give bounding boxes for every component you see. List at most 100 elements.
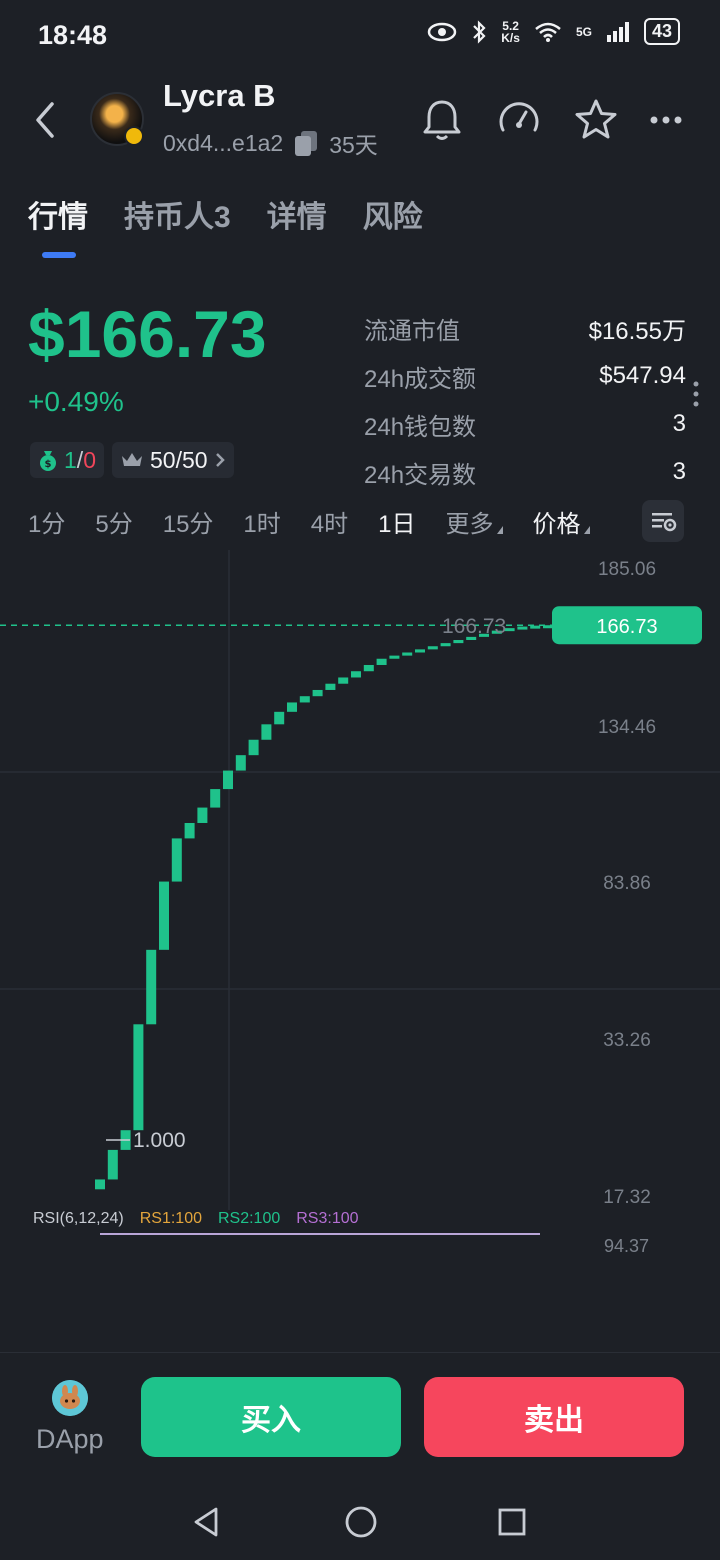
stat-row: 流通市值 $16.55万 (364, 304, 686, 352)
candle (133, 1024, 144, 1131)
bell-icon[interactable] (418, 96, 466, 144)
tab-market[interactable]: 行情 (28, 192, 88, 236)
status-icons: 5.2 K/s 5G 43 (427, 18, 680, 45)
candle (415, 649, 425, 653)
back-button[interactable] (26, 96, 66, 144)
buy-sell-chip[interactable]: $ 1/0 (30, 442, 104, 478)
timeframe-4h[interactable]: 4时 (311, 504, 348, 539)
net-speed: 5.2 K/s (501, 20, 520, 44)
timeframe-1m[interactable]: 1分 (28, 504, 65, 539)
y-axis-tick: 83.86 (603, 873, 651, 894)
candle (210, 789, 221, 808)
buy-button[interactable]: 买入 (141, 1377, 401, 1457)
y-axis-tick: 17.32 (603, 1187, 651, 1208)
candle (351, 671, 361, 678)
tab-bar: 行情 持币人3 详情 风险 (28, 192, 423, 236)
crown-icon (121, 453, 142, 466)
candle (274, 711, 285, 725)
rsi-legend: RSI(6,12,24) RS1:100 RS2:100 RS3:100 (33, 1210, 359, 1228)
timeframe-1d[interactable]: 1日 (378, 504, 415, 539)
net-speed-value: 5.2 (502, 18, 519, 33)
eye-icon (428, 22, 457, 41)
nav-recents-icon[interactable] (497, 1507, 527, 1537)
nav-back-icon[interactable] (190, 1505, 224, 1539)
y-axis-tick: 134.46 (598, 717, 656, 738)
token-age: 35天 (329, 132, 378, 158)
nav-home-icon[interactable] (344, 1505, 378, 1539)
candle (171, 838, 182, 882)
y-axis-tick: 185.06 (598, 559, 656, 580)
candle (107, 1149, 118, 1180)
chevron-right-icon (215, 453, 225, 467)
candle (440, 643, 451, 647)
rsi-label: RSI(6,12,24) (33, 1210, 124, 1227)
candle (197, 807, 208, 823)
candle (402, 652, 413, 656)
star-icon[interactable] (572, 96, 620, 144)
svg-text:$: $ (45, 459, 52, 470)
more-icon[interactable] (644, 96, 692, 144)
stat-label: 流通市值 (364, 317, 460, 345)
buy-count: 1 (64, 446, 77, 473)
stat-row: 24h交易数 3 (364, 448, 686, 496)
rsi-rs3: RS3:100 (296, 1210, 359, 1227)
signal-icon (606, 21, 629, 42)
dapp-icon[interactable] (52, 1380, 88, 1416)
status-time: 18:48 (38, 20, 108, 50)
candle (223, 770, 233, 790)
chart-settings-button[interactable] (642, 500, 684, 542)
info-chips: $ 1/0 50/50 (30, 442, 234, 478)
more-timeframes[interactable]: 更多 (446, 504, 503, 539)
min-price-label: 1.000 (133, 1129, 186, 1152)
bluetooth-icon (473, 19, 486, 44)
top-holders-chip[interactable]: 50/50 (111, 442, 234, 478)
timeframe-5m[interactable]: 5分 (95, 504, 132, 539)
top-holders-value: 50/50 (149, 446, 208, 473)
current-price: $166.73 (28, 297, 267, 371)
sell-button[interactable]: 卖出 (424, 1377, 684, 1457)
candle (325, 683, 336, 690)
rsi-line (100, 1233, 540, 1235)
stats-panel: 流通市值 $16.55万 24h成交额 $547.94 24h钱包数 3 24h交易数… (364, 304, 686, 496)
candle (530, 625, 541, 629)
money-bag-icon: $ (40, 451, 56, 471)
candle (389, 655, 400, 659)
candle (543, 625, 553, 629)
tab-details[interactable]: 详情 (267, 192, 327, 236)
tab-risk[interactable]: 风险 (363, 192, 423, 236)
tab-holders[interactable]: 持币人3 (124, 192, 231, 236)
network-type: 5G (575, 24, 592, 39)
tab-active-indicator (42, 252, 76, 258)
candle (184, 822, 195, 839)
price-mode-select[interactable]: 价格 (533, 504, 590, 539)
dapp-label[interactable]: DApp (36, 1424, 104, 1455)
speed-gauge-icon[interactable] (495, 96, 543, 144)
address-line: 0xd4...e1a2 35天 (163, 126, 378, 160)
current-price-badge-label: 166.73 (596, 616, 657, 638)
copy-icon[interactable] (293, 129, 319, 157)
y-axis-tick: 33.26 (603, 1030, 651, 1051)
price-chart[interactable]: 1.000 166.73 166.73 185.06 134.46 83.86 33.26 1… (0, 550, 720, 1210)
rsi-rs1: RS1:100 (139, 1210, 202, 1227)
candle (427, 646, 438, 650)
stats-more-icon[interactable] (692, 380, 700, 408)
stat-value: $547.94 (599, 362, 686, 389)
stat-value: $16.55万 (588, 317, 686, 345)
stat-label: 24h交易数 (364, 461, 477, 489)
candle (299, 696, 310, 703)
sell-count: 0 (83, 446, 96, 473)
stat-label: 24h钱包数 (364, 413, 477, 441)
rsi-axis-value: 94.37 (604, 1236, 650, 1256)
price-change: +0.49% (28, 386, 124, 417)
timeframe-1h[interactable]: 1时 (243, 504, 280, 539)
net-speed-unit: K/s (501, 30, 520, 45)
timeframe-bar: 1分 5分 15分 1时 4时 1日 更多 价格 (28, 504, 590, 539)
dropdown-triangle-icon (496, 526, 503, 534)
chain-badge-icon (124, 126, 144, 146)
candle (363, 664, 374, 672)
timeframe-15m[interactable]: 15分 (163, 504, 214, 539)
battery-indicator: 43 (643, 18, 680, 45)
rsi-rs2: RS2:100 (217, 1210, 281, 1227)
dropdown-triangle-icon (583, 526, 590, 534)
current-price-text: 166.73 (442, 615, 506, 638)
